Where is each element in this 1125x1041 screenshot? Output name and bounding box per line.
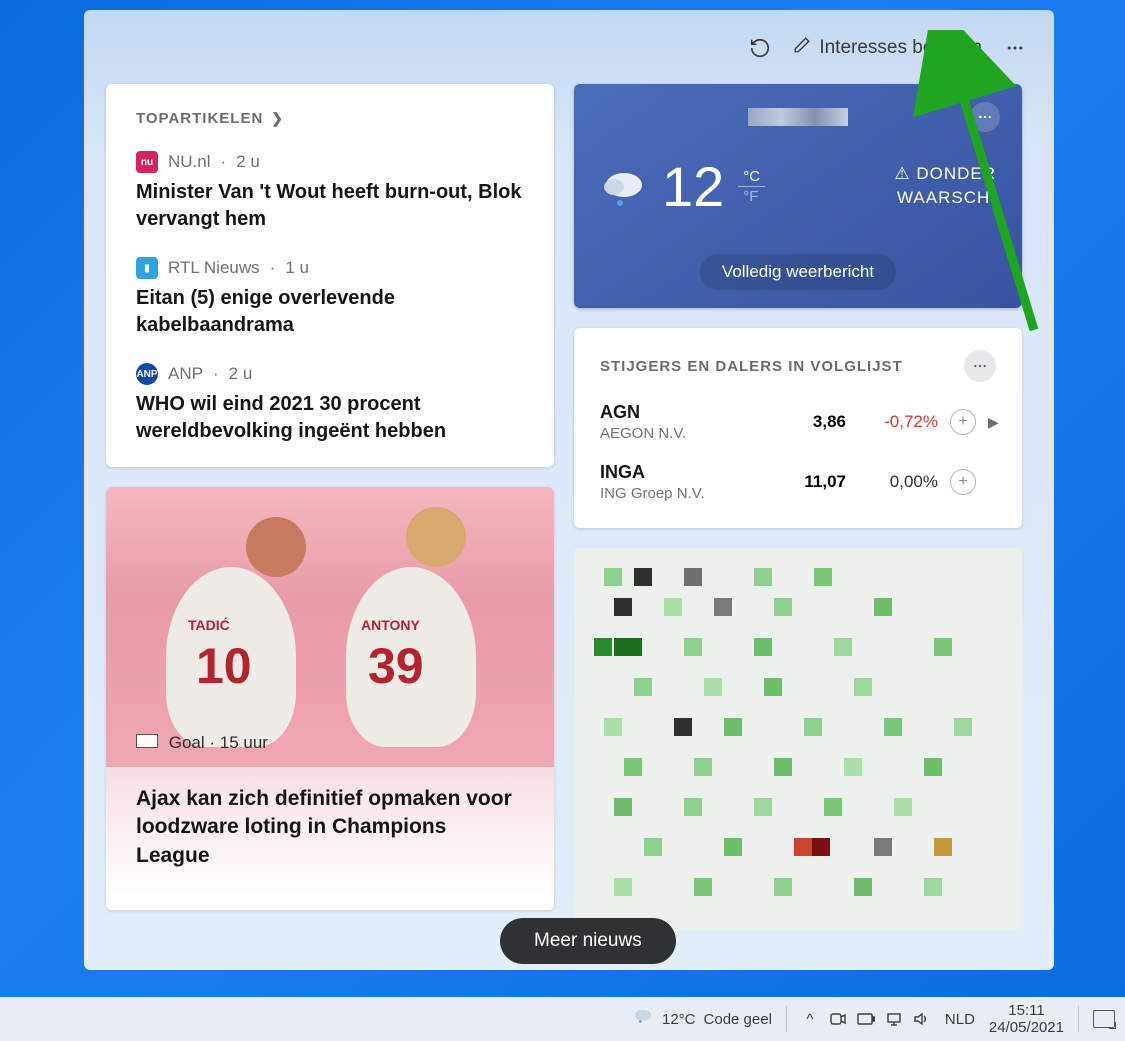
stocks-next-button[interactable]: ▶	[988, 414, 1002, 431]
source-badge-icon: ▮	[136, 257, 158, 279]
stocks-card: STIJGERS EN DALERS IN VOLGLIJST AGN AEGO…	[574, 328, 1022, 528]
panel-top-bar: Interesses beheren	[106, 28, 1032, 68]
system-tray: ^	[801, 1010, 931, 1028]
taskbar-divider	[1078, 1006, 1079, 1032]
taskbar-condition: Code geel	[704, 1011, 772, 1028]
chevron-right-icon: ❯	[271, 110, 284, 127]
action-center-button[interactable]	[1093, 1010, 1115, 1028]
taskbar-time: 15:11	[989, 1002, 1064, 1019]
top-articles-header[interactable]: TOPARTIKELEN ❯	[136, 110, 524, 127]
jersey-name: ANTONY	[361, 617, 420, 633]
jersey-number: 39	[368, 637, 424, 695]
weather-card[interactable]: 12 °C °F ⚠ DONDER WAARSCH. Volledig weer…	[574, 84, 1022, 308]
network-icon[interactable]	[885, 1010, 903, 1028]
refresh-button[interactable]	[743, 31, 777, 65]
source-badge-icon: nu	[136, 151, 158, 173]
sports-image: TADIĆ 10 ANTONY 39 Goal · 15 uur	[106, 487, 554, 767]
news-item[interactable]: ANP ANP · 2 u WHO wil eind 2021 30 proce…	[136, 363, 524, 445]
stock-change-pct: 0,00%	[858, 472, 938, 492]
stock-add-button[interactable]: +	[950, 469, 976, 495]
news-headline: WHO wil eind 2021 30 procent wereldbevol…	[136, 391, 524, 445]
stock-add-button[interactable]: +	[950, 409, 976, 435]
taskbar-temp: 12°C	[662, 1011, 696, 1028]
news-headline: Minister Van 't Wout heeft burn-out, Blo…	[136, 179, 524, 233]
taskbar-clock[interactable]: 15:11 24/05/2021	[989, 1002, 1064, 1037]
volume-icon[interactable]	[913, 1010, 931, 1028]
stock-price: 3,86	[776, 412, 846, 432]
full-weather-report-button[interactable]: Volledig weerbericht	[700, 254, 896, 290]
stocks-title: STIJGERS EN DALERS IN VOLGLIJST	[600, 358, 903, 375]
weather-location-redacted	[748, 108, 848, 126]
pixelated-card[interactable]	[574, 548, 1022, 930]
cloud-icon	[632, 1007, 654, 1031]
weather-more-button[interactable]	[970, 102, 1000, 132]
news-source: RTL Nieuws	[168, 258, 260, 278]
manage-interests-label: Interesses beheren	[819, 37, 982, 59]
news-source: ANP	[168, 364, 203, 384]
cloud-rain-icon	[600, 167, 648, 207]
stock-symbol: AGN	[600, 402, 764, 423]
weather-unit-f[interactable]: °F	[738, 187, 765, 206]
meet-now-icon[interactable]	[829, 1010, 847, 1028]
news-item[interactable]: ▮ RTL Nieuws · 1 u Eitan (5) enige overl…	[136, 257, 524, 339]
news-time: 2 u	[236, 152, 260, 172]
stock-price: 11,07	[776, 472, 846, 492]
sports-source: Goal	[169, 733, 205, 752]
top-articles-title: TOPARTIKELEN	[136, 110, 263, 127]
weather-unit-c[interactable]: °C	[738, 167, 765, 187]
stock-company: AEGON N.V.	[600, 425, 764, 442]
sports-headline: Ajax kan zich definitief opmaken voor lo…	[136, 785, 524, 870]
left-column: TOPARTIKELEN ❯ nu NU.nl · 2 u Minister V…	[106, 84, 554, 930]
news-source: NU.nl	[168, 152, 211, 172]
taskbar-date: 24/05/2021	[989, 1019, 1064, 1036]
weather-temperature: 12	[662, 154, 724, 219]
warning-icon: ⚠	[894, 164, 910, 183]
right-column: 12 °C °F ⚠ DONDER WAARSCH. Volledig weer…	[574, 84, 1022, 930]
stock-symbol: INGA	[600, 462, 764, 483]
panel-more-button[interactable]	[998, 31, 1032, 65]
stock-change-pct: -0,72%	[858, 412, 938, 432]
news-time: 2 u	[229, 364, 253, 384]
stock-row[interactable]: AGN AEGON N.V. 3,86 -0,72% + ▶	[574, 392, 1022, 452]
taskbar-divider	[786, 1006, 787, 1032]
battery-icon[interactable]	[857, 1010, 875, 1028]
stocks-more-button[interactable]	[964, 350, 996, 382]
news-item[interactable]: nu NU.nl · 2 u Minister Van 't Wout heef…	[136, 151, 524, 233]
sports-news-card[interactable]: TADIĆ 10 ANTONY 39 Goal · 15 uur Ajax ka…	[106, 487, 554, 910]
more-news-button[interactable]: Meer nieuws	[500, 918, 676, 964]
source-badge-icon	[136, 734, 158, 748]
manage-interests-button[interactable]: Interesses beheren	[783, 30, 992, 66]
news-and-interests-panel: Interesses beheren TOPARTIKELEN ❯ nu	[84, 10, 1054, 970]
pixelated-content	[574, 548, 1022, 930]
taskbar-language[interactable]: NLD	[945, 1011, 975, 1028]
pencil-icon	[793, 36, 811, 60]
stock-row[interactable]: INGA ING Groep N.V. 11,07 0,00% +	[574, 452, 1022, 512]
jersey-name: TADIĆ	[188, 617, 230, 633]
tray-chevron-up-icon[interactable]: ^	[801, 1010, 819, 1028]
jersey-number: 10	[196, 637, 252, 695]
weather-warning: ⚠ DONDER WAARSCH.	[894, 162, 996, 210]
taskbar-weather-widget[interactable]: 12°C Code geel	[632, 1007, 772, 1031]
sports-time: 15 uur	[220, 733, 268, 752]
taskbar: 12°C Code geel ^ NLD 15:11 24/05/2021	[0, 997, 1125, 1041]
source-badge-icon: ANP	[136, 363, 158, 385]
news-headline: Eitan (5) enige overlevende kabelbaandra…	[136, 285, 524, 339]
top-articles-card: TOPARTIKELEN ❯ nu NU.nl · 2 u Minister V…	[106, 84, 554, 467]
stock-company: ING Groep N.V.	[600, 485, 764, 502]
news-time: 1 u	[285, 258, 309, 278]
